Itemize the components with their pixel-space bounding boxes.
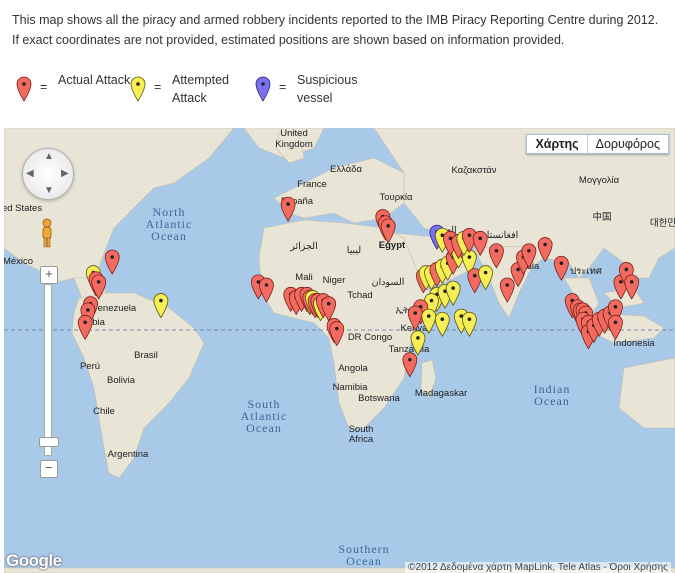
country-label: Egypt	[379, 240, 406, 251]
red-marker-icon	[16, 76, 32, 102]
country-label: Venezuela	[92, 303, 137, 314]
street-view-pegman-icon[interactable]	[40, 218, 54, 248]
ocean-label: Ocean	[246, 421, 282, 435]
legend-label-actual: Actual Attack	[58, 73, 131, 87]
legend-label-suspicious: Suspicious vessel	[297, 73, 358, 105]
country-label: Indonesia	[613, 338, 655, 349]
ocean-label: Ocean	[346, 554, 382, 568]
country-label: United	[280, 128, 307, 139]
yellow-marker-icon	[130, 76, 146, 102]
zoom-out-button[interactable]: −	[40, 460, 58, 478]
attempted-attack-marker[interactable]	[434, 311, 450, 337]
country-label: Tchad	[347, 290, 372, 301]
zoom-slider-thumb[interactable]	[39, 437, 59, 447]
satellite-type-button[interactable]: Δορυφόρος	[588, 135, 668, 153]
country-label: ليبيا	[347, 245, 361, 256]
zoom-slider-track[interactable]	[44, 284, 52, 456]
country-label: Τουρκία	[380, 192, 414, 203]
country-label: Botswana	[358, 393, 400, 404]
country-label: Perú	[80, 361, 100, 372]
map-type-control[interactable]: Χάρτης Δορυφόρος	[526, 134, 669, 154]
country-label: México	[4, 256, 33, 267]
purple-marker-icon	[255, 76, 271, 102]
zoom-in-button[interactable]: +	[40, 266, 58, 284]
country-label: ed States	[4, 203, 42, 214]
country-label: France	[297, 179, 327, 190]
legend-equals: =	[40, 80, 48, 94]
map-base: North Atlantic Ocean South Atlantic Ocea…	[4, 128, 675, 573]
country-label: Argentina	[108, 449, 149, 460]
country-label: DR Congo	[348, 332, 392, 343]
country-label: Ελλάδα	[330, 164, 362, 175]
attempted-attack-marker[interactable]	[461, 311, 477, 337]
country-label: Namibia	[333, 382, 369, 393]
google-logo: Google	[6, 551, 62, 570]
country-label: Brasil	[134, 350, 158, 361]
country-label: Madagaskar	[415, 388, 467, 399]
country-label: Καζακστάν	[451, 165, 496, 176]
country-label: ประเทศ	[570, 266, 602, 277]
zoom-control[interactable]: + −	[39, 266, 59, 486]
map-canvas[interactable]: North Atlantic Ocean South Atlantic Ocea…	[4, 128, 675, 573]
map-attribution[interactable]: ©2012 Δεδομένα χάρτη MapLink, Tele Atlas…	[405, 562, 671, 573]
country-label: Bolivia	[107, 375, 136, 386]
actual-attack-marker[interactable]	[553, 255, 569, 281]
pan-up-icon[interactable]: ▲	[44, 151, 54, 162]
legend-label-attempted: Attempted Attack	[172, 73, 229, 105]
legend-equals: =	[154, 80, 162, 94]
pan-down-icon[interactable]: ▼	[44, 185, 54, 196]
country-label: Mali	[295, 272, 312, 283]
country-label: 대한민	[650, 218, 675, 229]
ocean-label: Ocean	[151, 229, 187, 243]
country-label: Chile	[93, 406, 115, 417]
actual-attack-marker[interactable]	[104, 249, 120, 275]
country-label: الجزائر	[289, 241, 317, 252]
country-label: Niger	[323, 275, 346, 286]
country-label: السودان	[372, 277, 405, 288]
pan-control[interactable]: ▲ ▼ ◀ ▶	[22, 148, 74, 200]
map-type-button[interactable]: Χάρτης	[527, 135, 588, 153]
pan-right-icon[interactable]: ▶	[61, 168, 69, 179]
attempted-attack-marker[interactable]	[478, 265, 494, 291]
map-description: This map shows all the piracy and armed …	[12, 13, 659, 47]
ocean-label: Ocean	[534, 394, 570, 408]
legend-equals: =	[279, 80, 287, 94]
country-label: Angola	[338, 363, 368, 374]
legend: = Actual Attack = Attempted Attack = Sus…	[0, 68, 675, 116]
country-label: Μογγολία	[579, 175, 620, 186]
actual-attack-marker[interactable]	[280, 196, 296, 222]
country-label: Kingdom	[275, 139, 313, 150]
country-label: 中国	[592, 211, 611, 223]
country-label: Africa	[349, 434, 374, 445]
pan-left-icon[interactable]: ◀	[26, 168, 34, 179]
landmass-group	[4, 128, 675, 573]
